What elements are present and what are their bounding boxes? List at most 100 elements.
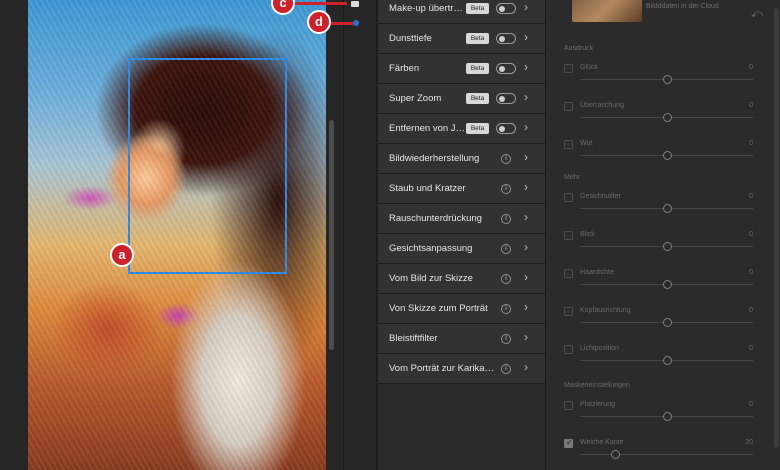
- slider-checkbox[interactable]: [564, 102, 573, 111]
- slider-label: Kopfausrichtung: [580, 307, 631, 314]
- filter-name: Färben: [389, 63, 420, 74]
- callout-d-line: [331, 22, 353, 25]
- reset-history-icon[interactable]: ⤺: [751, 8, 763, 21]
- filter-toggle[interactable]: [496, 123, 516, 134]
- properties-scrollbar[interactable]: [774, 8, 779, 448]
- canvas-scrollbar[interactable]: [329, 120, 334, 350]
- callout-d-badge: d: [307, 10, 331, 34]
- slider-handle[interactable]: [662, 204, 672, 213]
- slider-checkbox[interactable]: [564, 307, 573, 316]
- filter-row[interactable]: Gesichtsanpassung ⇩ ›: [378, 234, 545, 264]
- filter-name: Gesichtsanpassung: [389, 243, 473, 254]
- chevron-right-icon[interactable]: ›: [524, 210, 528, 224]
- status-dot-icon: [353, 20, 359, 26]
- chevron-right-icon[interactable]: ›: [524, 120, 528, 134]
- slider-checkbox[interactable]: [564, 345, 573, 354]
- beta-badge: Beta: [466, 63, 489, 74]
- filter-row[interactable]: Bildwiederherstellung ⇩ ›: [378, 144, 545, 174]
- chevron-right-icon[interactable]: ›: [524, 330, 528, 344]
- filter-toggle[interactable]: [496, 33, 516, 44]
- beta-badge: Beta: [466, 93, 489, 104]
- filter-row[interactable]: Dunsttiefe Beta ›: [378, 24, 545, 54]
- filter-toggle[interactable]: [496, 93, 516, 104]
- cloud-download-icon[interactable]: ⇩: [501, 274, 511, 284]
- slider-handle[interactable]: [662, 75, 672, 84]
- filter-name: Entfernen von J…: [389, 123, 466, 134]
- filter-name: Make-up übertr…: [389, 3, 463, 14]
- chevron-right-icon[interactable]: ›: [524, 30, 528, 44]
- slider-label: Überraschung: [580, 102, 624, 109]
- filter-toggle[interactable]: [496, 3, 516, 14]
- slider-label: Platzierung: [580, 401, 616, 408]
- filter-row[interactable]: Bleistiftfilter ⇩ ›: [378, 324, 545, 354]
- slider-handle[interactable]: [662, 356, 672, 365]
- chevron-right-icon[interactable]: ›: [524, 180, 528, 194]
- chevron-right-icon[interactable]: ›: [524, 300, 528, 314]
- slider-checkbox[interactable]: [564, 269, 573, 278]
- chevron-right-icon[interactable]: ›: [524, 360, 528, 374]
- face-selection-box[interactable]: [128, 58, 287, 274]
- slider-value: 0: [749, 345, 753, 352]
- cloud-download-icon[interactable]: ⇩: [501, 214, 511, 224]
- cloud-download-icon[interactable]: ⇩: [501, 154, 511, 164]
- filter-row[interactable]: Vom Bild zur Skizze ⇩ ›: [378, 264, 545, 294]
- callout-c-line: [295, 2, 347, 5]
- filter-toggle[interactable]: [496, 63, 516, 74]
- cloud-download-icon[interactable]: ⇩: [501, 304, 511, 314]
- filter-row[interactable]: Vom Porträt zur Karika… ⇩ ›: [378, 354, 545, 384]
- slider-checkbox[interactable]: [564, 193, 573, 202]
- slider-handle[interactable]: [662, 280, 672, 289]
- filter-row[interactable]: Make-up übertr… Beta ›: [378, 0, 545, 24]
- slider-handle[interactable]: [662, 318, 672, 327]
- filter-name: Vom Bild zur Skizze: [389, 273, 473, 284]
- slider-label: Blick: [580, 231, 595, 238]
- filter-row[interactable]: Färben Beta ›: [378, 54, 545, 84]
- filter-name: Super Zoom: [389, 93, 442, 104]
- chevron-right-icon[interactable]: ›: [524, 90, 528, 104]
- filter-row[interactable]: Super Zoom Beta ›: [378, 84, 545, 114]
- cloud-preview-thumbnail: [572, 0, 642, 22]
- filter-row[interactable]: Rauschunterdrückung ⇩ ›: [378, 204, 545, 234]
- slider-handle[interactable]: [662, 151, 672, 160]
- slider-value: 0: [749, 102, 753, 109]
- slider-checkbox[interactable]: [564, 231, 573, 240]
- slider-handle[interactable]: [662, 412, 672, 421]
- filter-name: Bleistiftfilter: [389, 333, 438, 344]
- cloud-download-icon[interactable]: ⇩: [501, 364, 511, 374]
- chevron-right-icon[interactable]: ›: [524, 270, 528, 284]
- chevron-right-icon[interactable]: ›: [524, 60, 528, 74]
- slider-checkbox[interactable]: [564, 438, 573, 448]
- slider-label: Gesichtsalter: [580, 193, 621, 200]
- section-heading: Maskeneinstellungen: [564, 382, 630, 389]
- chevron-right-icon[interactable]: ›: [524, 0, 528, 14]
- chevron-right-icon[interactable]: ›: [524, 240, 528, 254]
- filter-row[interactable]: Von Skizze zum Porträt ⇩ ›: [378, 294, 545, 324]
- filter-name: Dunsttiefe: [389, 33, 432, 44]
- slider-track[interactable]: [580, 454, 753, 455]
- slider-handle[interactable]: [662, 113, 672, 122]
- filter-name: Von Skizze zum Porträt: [389, 303, 488, 314]
- cloud-processing-label: Bildddaten in der Cloud: [646, 3, 719, 10]
- slider-checkbox[interactable]: [564, 401, 573, 410]
- filter-row[interactable]: Entfernen von J… Beta ›: [378, 114, 545, 144]
- cloud-download-icon[interactable]: ⇩: [501, 184, 511, 194]
- slider-value: 0: [749, 401, 753, 408]
- slider-handle[interactable]: [610, 450, 620, 459]
- slider-value: 20: [745, 439, 753, 446]
- cloud-download-icon[interactable]: ⇩: [501, 244, 511, 254]
- neural-filter-list: Make-up übertr… Beta › Dunsttiefe Beta › Färbe…: [378, 0, 545, 470]
- filter-properties-panel: Bildddaten in der Cloud ⤺ Ausdruck Glück 0…: [545, 0, 780, 470]
- slider-checkbox[interactable]: [564, 64, 573, 73]
- portrait-artwork[interactable]: [28, 0, 326, 470]
- image-canvas: [0, 0, 343, 470]
- filter-name: Bildwiederherstellung: [389, 153, 480, 164]
- beta-badge: Beta: [466, 123, 489, 134]
- filter-name: Staub und Kratzer: [389, 183, 466, 194]
- slider-handle[interactable]: [662, 242, 672, 251]
- cloud-download-icon[interactable]: ⇩: [501, 334, 511, 344]
- filter-row[interactable]: Staub und Kratzer ⇩ ›: [378, 174, 545, 204]
- slider-checkbox[interactable]: [564, 140, 573, 149]
- slider-label: Lichtposition: [580, 345, 619, 352]
- lock-icon: [351, 1, 359, 7]
- chevron-right-icon[interactable]: ›: [524, 150, 528, 164]
